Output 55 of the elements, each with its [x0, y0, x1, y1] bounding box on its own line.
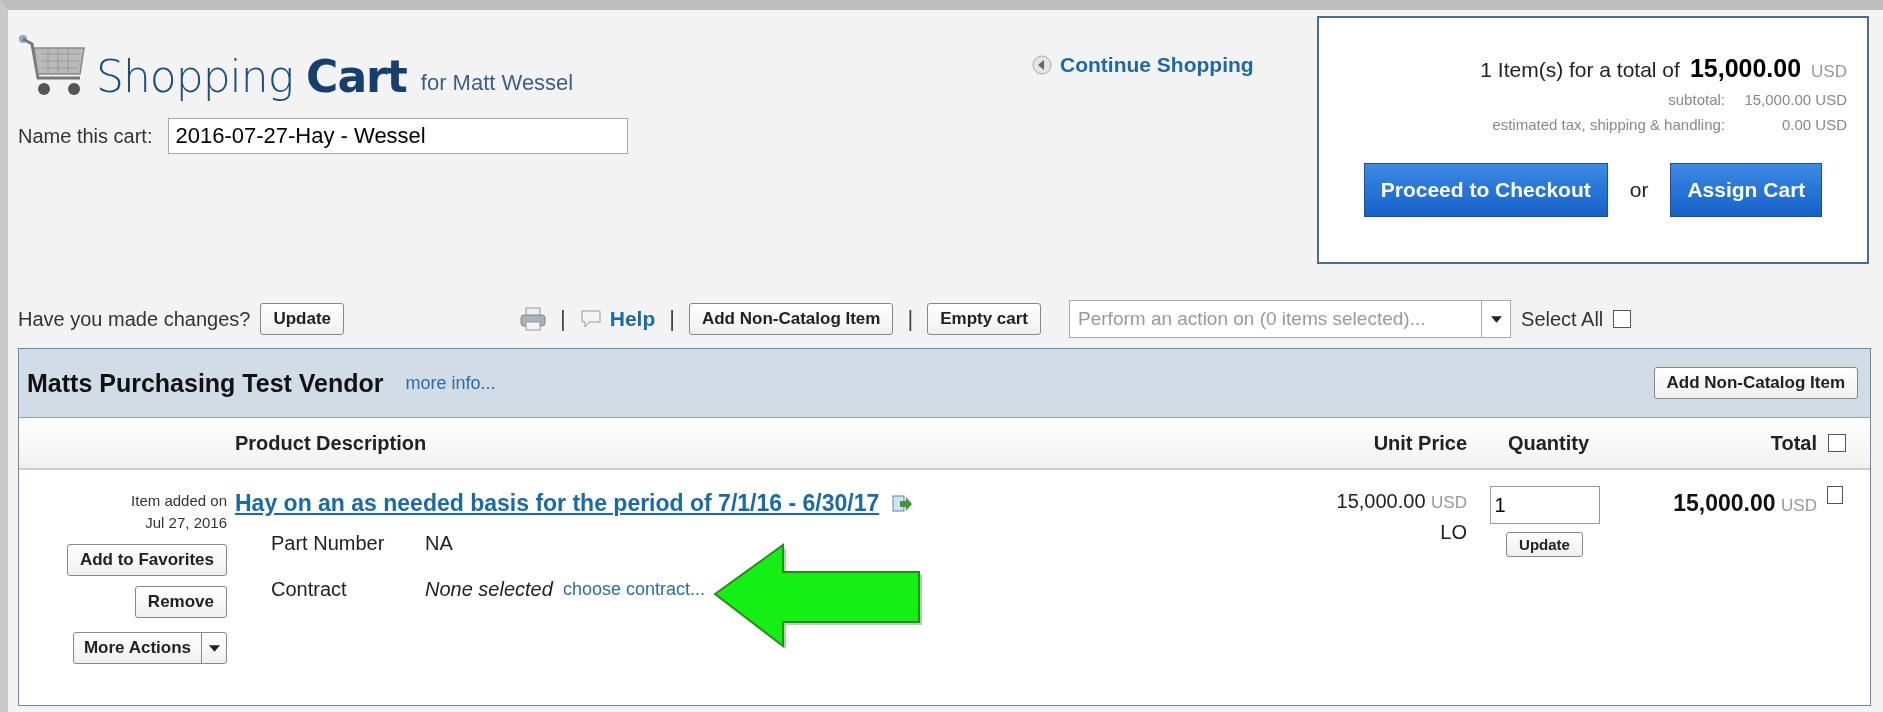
summary-value: 15,000.00 USD: [1743, 91, 1847, 108]
item-added-text: Item added on: [131, 491, 227, 511]
export-icon[interactable]: [891, 492, 914, 515]
item-action-button[interactable]: Remove: [134, 586, 227, 618]
continue-shopping-link[interactable]: Continue Shopping: [1060, 53, 1254, 77]
cart-name-label: Name this cart:: [18, 124, 153, 148]
separator-text: |: [560, 306, 566, 332]
item-count-text: 1 Item(s) for a total of: [1480, 58, 1680, 82]
caret-icon: [1490, 315, 1502, 323]
item-total: 15,000.00 USD: [1673, 490, 1817, 518]
more-actions-button[interactable]: More Actions: [72, 632, 227, 664]
item-action-button[interactable]: Add to Favorites: [66, 544, 227, 576]
unit-price: 15,000.00 USD: [1336, 490, 1467, 513]
item-title-link[interactable]: Hay on an as needed basis for the period of 7/1/16 - 6/30/17: [235, 490, 880, 517]
column-header: Total: [1769, 431, 1817, 455]
unit-of-measure: LO: [1440, 521, 1467, 544]
column-header: Unit Price: [1372, 431, 1467, 455]
item-checkbox[interactable]: [1827, 486, 1843, 504]
detail-value: NA: [425, 531, 453, 555]
summary-label: estimated tax, shipping & handling:: [1492, 116, 1725, 133]
separator-text: |: [669, 306, 675, 332]
select-all-label: Select All: [1521, 307, 1604, 331]
column-header: Product Description: [234, 431, 428, 455]
detail-label: Contract: [271, 577, 348, 601]
changes-prompt: Have you made changes?: [18, 307, 251, 331]
cart-total: 15,000.00: [1689, 54, 1802, 83]
page-title: Shopping Cart: [96, 51, 407, 102]
add-non-catalog-item-button[interactable]: Add Non-Catalog Item: [1653, 367, 1858, 399]
cart-owner: for Matt Wessel: [420, 70, 574, 96]
quantity-update-button[interactable]: Update: [1506, 532, 1583, 557]
vendor-name: Matts Purchasing Test Vendor: [27, 368, 384, 398]
detail-label: Part Number: [271, 531, 386, 555]
proceed-to-checkout-button[interactable]: Proceed to Checkout: [1363, 163, 1608, 217]
quantity-field[interactable]: 1: [1489, 486, 1600, 524]
select-column-checkbox[interactable]: [1828, 434, 1846, 452]
action-dropdown[interactable]: Perform an action on (0 items selected)...: [1069, 300, 1512, 338]
printer-icon[interactable]: [520, 307, 546, 331]
select-all-checkbox[interactable]: [1613, 310, 1632, 328]
cart-name-field[interactable]: 2016-07-27-Hay - Wessel: [168, 118, 629, 154]
separator-text: |: [907, 306, 914, 332]
currency-label: USD: [1811, 62, 1847, 82]
caret-icon: [208, 644, 220, 652]
item-added-date: Jul 27, 2016: [145, 513, 227, 533]
more-info-link[interactable]: more info...: [405, 372, 496, 394]
detail-value: None selected: [425, 577, 553, 601]
summary-label: subtotal:: [1668, 91, 1725, 108]
help-link[interactable]: Help: [609, 307, 656, 331]
toolbar-button[interactable]: Empty cart: [927, 303, 1042, 335]
summary-value: 0.00 USD: [1780, 116, 1847, 133]
update-button[interactable]: Update: [260, 303, 344, 335]
choose-contract-link[interactable]: choose contract...: [562, 578, 705, 600]
assign-cart-button[interactable]: Assign Cart: [1670, 163, 1823, 217]
or-text: or: [1629, 178, 1649, 202]
toolbar-button[interactable]: Add Non-Catalog Item: [688, 303, 894, 335]
column-header: Quantity: [1506, 431, 1591, 455]
